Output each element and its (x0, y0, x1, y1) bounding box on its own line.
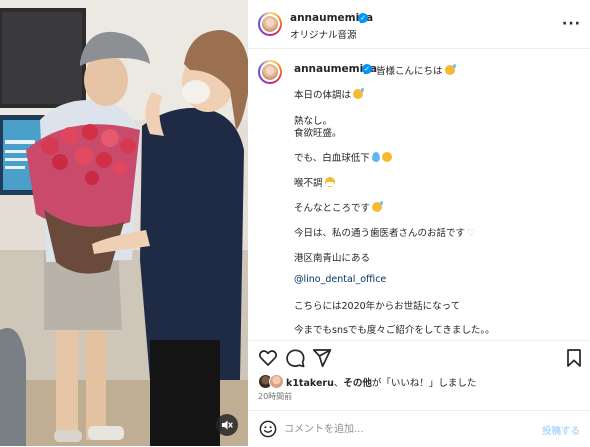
instagram-post-view: annaumemiya ✓ オリジナル音源 ··· annaumemiya ✓ … (0, 0, 590, 446)
post-photo[interactable] (0, 0, 248, 446)
mute-button[interactable] (216, 414, 238, 436)
caption-author-avatar[interactable] (258, 60, 282, 84)
post-comment-button[interactable]: 投稿する (542, 423, 580, 437)
white-heart-emoji-icon: ♡ (467, 228, 476, 239)
likes-summary: k1takeru、その他が「いいね！」しました (248, 374, 590, 390)
liker-avatar[interactable] (269, 374, 284, 389)
caption-mention-link[interactable]: @lino_dental_office (294, 274, 386, 285)
more-options-icon[interactable]: ··· (562, 16, 581, 32)
comment-icon[interactable] (285, 348, 305, 368)
author-avatar[interactable] (258, 12, 282, 36)
photo-illustration (0, 0, 248, 446)
post-caption: annaumemiya ✓ 皆様こんにちは 本日の体調は 熱なし。 食欲旺盛。 … (248, 50, 590, 340)
post-header: annaumemiya ✓ オリジナル音源 ··· (248, 0, 590, 49)
bookmark-icon[interactable] (564, 348, 584, 368)
comment-box: 投稿する (248, 410, 590, 447)
comment-input[interactable] (284, 421, 514, 437)
caption-line: 食欲旺盛。 (294, 128, 342, 139)
smile-sweat-emoji-icon (444, 64, 456, 75)
droplets-emoji-icon (371, 152, 380, 162)
post-timestamp[interactable]: 20時間前 (258, 391, 292, 402)
verified-badge-icon: ✓ (358, 13, 368, 23)
heart-icon[interactable] (258, 348, 278, 368)
emoji-icon[interactable] (259, 420, 277, 438)
likes-others-link[interactable]: その他 (343, 378, 372, 389)
caption-line: そんなところです (294, 200, 384, 214)
caption-line: こちらには2020年からお世話になって (294, 301, 461, 312)
mask-face-emoji-icon (324, 177, 335, 187)
dizzy-face-emoji-icon (381, 152, 392, 162)
caption-line: 今日は、私の通う歯医者さんのお話です ♡ (294, 228, 476, 239)
caption-line: でも、白血球低下 (294, 150, 392, 164)
caption-line: 今までもsnsでも度々ご紹介をしてきました。。 (294, 325, 495, 336)
smile-sweat-emoji-icon (353, 88, 365, 99)
caption-line: 喉不調 (294, 175, 335, 189)
share-icon[interactable] (312, 348, 332, 368)
likes-text: k1takeru、その他が「いいね！」しました (286, 378, 477, 389)
verified-badge-icon: ✓ (362, 64, 372, 74)
smile-sweat-emoji-icon (372, 201, 384, 212)
post-side-panel: annaumemiya ✓ オリジナル音源 ··· annaumemiya ✓ … (248, 0, 590, 446)
post-action-bar (248, 340, 590, 375)
caption-line: 港区南青山にある (294, 253, 371, 264)
audio-label[interactable]: オリジナル音源 (290, 27, 357, 41)
speaker-muted-icon (222, 420, 233, 430)
caption-greeting: 皆様こんにちは (376, 63, 456, 77)
caption-line: 本日の体調は (294, 87, 365, 101)
liker-username[interactable]: k1takeru (286, 378, 334, 389)
